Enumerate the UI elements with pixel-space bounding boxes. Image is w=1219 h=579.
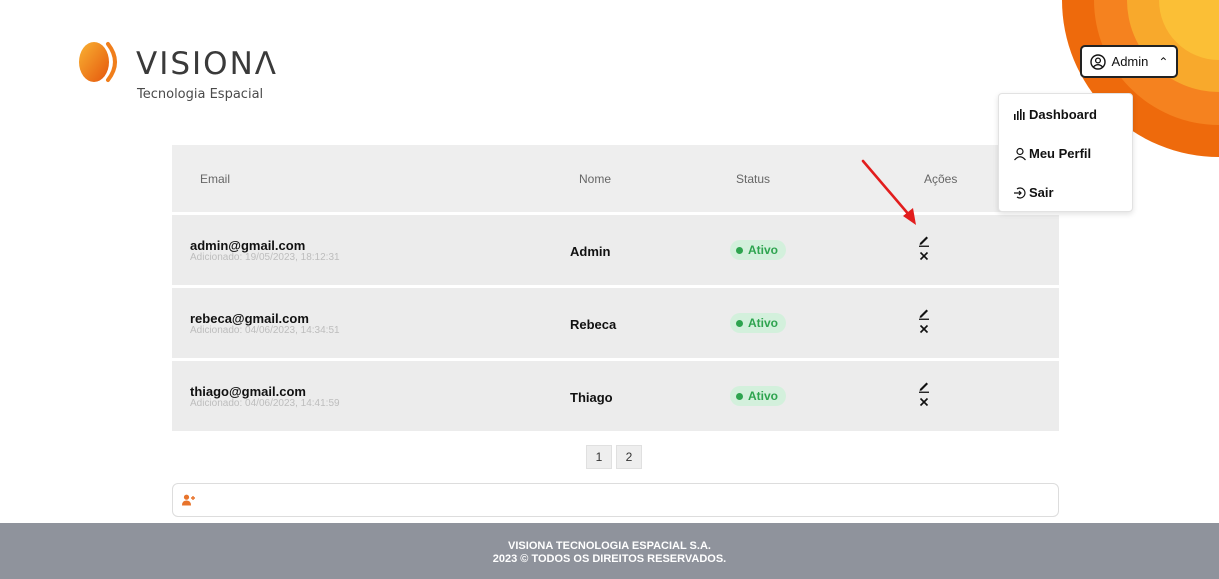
delete-x-icon[interactable] — [917, 395, 931, 409]
footer-company: VISIONA TECNOLOGIA ESPACIAL S.A. — [508, 540, 711, 552]
user-icon — [1014, 147, 1026, 160]
edit-pencil-icon[interactable] — [917, 233, 931, 247]
user-menu-button[interactable]: Admin ⌃ — [1080, 45, 1178, 78]
page-button-1[interactable]: 1 — [586, 445, 612, 469]
column-header-nome: Nome — [579, 172, 612, 186]
menu-item-sair[interactable]: Sair — [1013, 185, 1054, 200]
status-label: Ativo — [748, 389, 778, 403]
user-dropdown-menu: Dashboard Meu Perfil Sair — [998, 93, 1133, 212]
user-menu-label: Admin — [1111, 54, 1149, 69]
table-row: thiago@gmail.com Adicionado: 04/06/2023,… — [172, 361, 1059, 431]
logout-icon — [1014, 186, 1026, 199]
column-header-status: Status — [736, 172, 771, 186]
table-row: rebeca@gmail.com Adicionado: 04/06/2023,… — [172, 288, 1059, 358]
user-name: Rebeca — [570, 317, 617, 332]
user-circle-icon — [1089, 53, 1106, 70]
status-dot-icon — [736, 246, 743, 254]
status-label: Ativo — [748, 316, 778, 330]
user-email: admin@gmail.com — [190, 238, 306, 253]
page-button-2[interactable]: 2 — [616, 445, 642, 469]
pagination: 1 2 — [586, 445, 642, 469]
row-actions — [917, 379, 931, 409]
bar-chart-icon — [1014, 108, 1025, 120]
status-dot-icon — [736, 319, 743, 327]
footer-copyright: 2023 © TODOS OS DIREITOS RESERVADOS. — [492, 553, 727, 565]
edit-pencil-icon[interactable] — [917, 379, 931, 393]
column-header-email: Email — [200, 172, 231, 186]
footer: VISIONA TECNOLOGIA ESPACIAL S.A. 2023 © … — [0, 523, 1219, 579]
status-label: Ativo — [748, 243, 778, 257]
status-badge: Ativo — [730, 386, 786, 406]
logo-wordmark: VISIONΛ — [136, 46, 278, 82]
table-row: admin@gmail.com Adicionado: 19/05/2023, … — [172, 215, 1059, 285]
add-user-button[interactable] — [172, 483, 1059, 517]
delete-x-icon[interactable] — [917, 322, 931, 336]
menu-item-label: Meu Perfil — [1029, 146, 1092, 161]
chevron-up-icon: ⌃ — [1158, 54, 1169, 69]
row-actions — [917, 233, 931, 263]
table-header: Email Nome Status Ações — [172, 145, 1059, 212]
status-badge: Ativo — [730, 313, 786, 333]
user-name: Admin — [570, 244, 611, 259]
status-dot-icon — [736, 392, 743, 400]
menu-item-label: Dashboard — [1029, 107, 1097, 122]
logo-mark-icon — [79, 42, 117, 82]
annotation-arrow-icon — [861, 159, 916, 225]
column-header-acoes: Ações — [924, 172, 958, 186]
row-actions — [917, 306, 931, 336]
user-name: Thiago — [570, 390, 613, 405]
menu-item-meu-perfil[interactable]: Meu Perfil — [1013, 146, 1091, 161]
edit-pencil-icon[interactable] — [917, 306, 931, 320]
add-user-icon — [182, 494, 195, 506]
menu-item-label: Sair — [1029, 185, 1054, 200]
user-email: thiago@gmail.com — [190, 384, 306, 399]
user-email: rebeca@gmail.com — [190, 311, 309, 326]
status-badge: Ativo — [730, 240, 786, 260]
delete-x-icon[interactable] — [917, 249, 931, 263]
user-added-date: Adicionado: 04/06/2023, 14:41:59 — [190, 398, 340, 409]
user-added-date: Adicionado: 04/06/2023, 14:34:51 — [190, 325, 340, 336]
logo-tagline: Tecnologia Espacial — [137, 87, 264, 102]
user-added-date: Adicionado: 19/05/2023, 18:12:31 — [190, 252, 340, 263]
menu-item-dashboard[interactable]: Dashboard — [1013, 107, 1097, 122]
users-table: Email Nome Status Ações admin@gmail.com … — [172, 145, 1059, 431]
